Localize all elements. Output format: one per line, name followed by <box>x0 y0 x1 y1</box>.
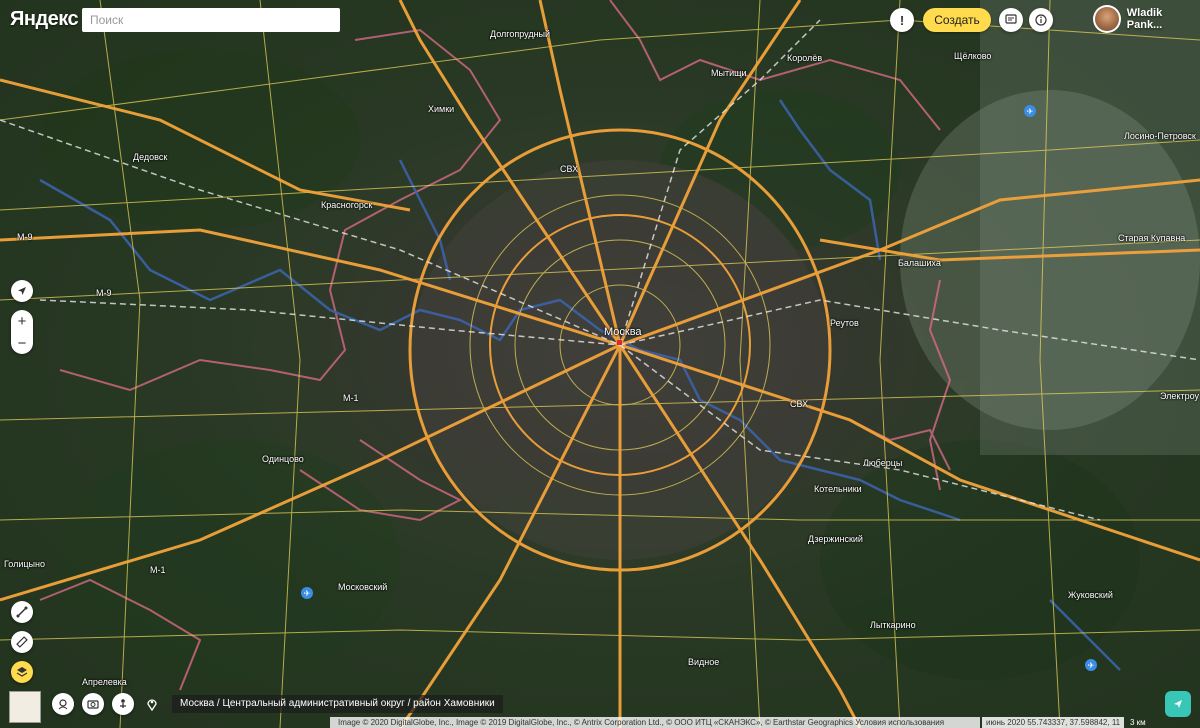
city-aprelevka[interactable]: Апрелевка <box>82 677 127 687</box>
user-profile[interactable]: Wladik Pank... <box>1093 5 1200 33</box>
city-krasnogorsk[interactable]: Красногорск <box>321 200 372 210</box>
plus-icon[interactable]: + <box>11 310 33 332</box>
city-reutov[interactable]: Реутов <box>830 318 859 328</box>
city-balashikha[interactable]: Балашиха <box>898 258 941 268</box>
exclamation-icon[interactable]: ! <box>890 8 914 32</box>
city-lyubertsy[interactable]: Люберцы <box>863 458 902 468</box>
city-dzerzhinsky[interactable]: Дзержинский <box>808 534 863 544</box>
road-label: M-1 <box>343 393 359 403</box>
city-dolgoprudny[interactable]: Долгопрудный <box>490 29 550 39</box>
copyright: Image © 2020 DigitalGlobe, Inc., Image ©… <box>330 717 980 728</box>
share-icon[interactable] <box>1165 691 1191 717</box>
city-mytishchi[interactable]: Мытищи <box>711 68 747 78</box>
layers-icon[interactable] <box>11 661 33 683</box>
road-label: M-9 <box>17 232 33 242</box>
search-input[interactable] <box>82 8 340 32</box>
breadcrumb[interactable]: Москва / Центральный административный ок… <box>172 695 503 713</box>
map-layer: ✈ ✈ ✈ <box>0 0 1200 728</box>
city-staraya-kupavna[interactable]: Старая Купавна <box>1118 233 1185 243</box>
city-elektrougli[interactable]: Электроу <box>1160 391 1199 401</box>
city-shchelkovo[interactable]: Щёлково <box>954 51 991 61</box>
minus-icon[interactable]: − <box>11 332 33 354</box>
city-zhukovsky[interactable]: Жуковский <box>1068 590 1113 600</box>
city-moskovsky[interactable]: Московский <box>338 582 387 592</box>
city-kotelniki[interactable]: Котельники <box>814 484 862 494</box>
panorama-icon[interactable] <box>52 693 74 715</box>
city-golitsyno[interactable]: Голицыно <box>4 559 45 569</box>
city-dedovsk[interactable]: Дедовск <box>133 152 167 162</box>
road-label: M-1 <box>150 565 166 575</box>
pin-icon[interactable] <box>141 693 163 715</box>
info-icon[interactable] <box>1029 8 1053 32</box>
city-vidnoe[interactable]: Видное <box>688 657 719 667</box>
city-lytkarino[interactable]: Лыткарино <box>870 620 916 630</box>
yandex-logo[interactable]: Яндекс <box>10 8 79 31</box>
map-canvas[interactable]: ✈ ✈ ✈ Москва Химки Долгопрудный Мытищи Кор… <box>0 0 1200 728</box>
city-korolev[interactable]: Королёв <box>787 53 822 63</box>
scale-label: 3 км <box>1130 718 1146 727</box>
create-button[interactable]: Создать <box>923 8 991 32</box>
city-odintsovo[interactable]: Одинцово <box>262 454 304 464</box>
navigation-arrow-icon[interactable] <box>11 280 33 302</box>
city-khimki[interactable]: Химки <box>428 104 454 114</box>
svg-text:✈: ✈ <box>1088 661 1095 670</box>
svg-text:✈: ✈ <box>304 589 311 598</box>
city-losino-petrovsky[interactable]: Лосино-Петровск <box>1124 131 1196 141</box>
minimap[interactable] <box>9 691 41 723</box>
city-moscow[interactable]: Москва <box>604 326 642 338</box>
transport-icon[interactable] <box>112 693 134 715</box>
svg-text:✈: ✈ <box>1027 107 1034 116</box>
ruler-icon[interactable] <box>11 631 33 653</box>
user-name[interactable]: Wladik Pank... <box>1127 7 1200 31</box>
road-label: СВХ <box>790 399 809 409</box>
road-label: СВХ <box>560 164 579 174</box>
road-label: M-9 <box>96 288 112 298</box>
route-icon[interactable] <box>11 601 33 623</box>
zoom-control: + − <box>11 310 33 354</box>
camera-icon[interactable] <box>82 693 104 715</box>
coordinates: июнь 2020 55.743337, 37.598842, 11 <box>982 717 1125 728</box>
chat-icon[interactable] <box>999 8 1023 32</box>
avatar[interactable] <box>1093 5 1121 33</box>
